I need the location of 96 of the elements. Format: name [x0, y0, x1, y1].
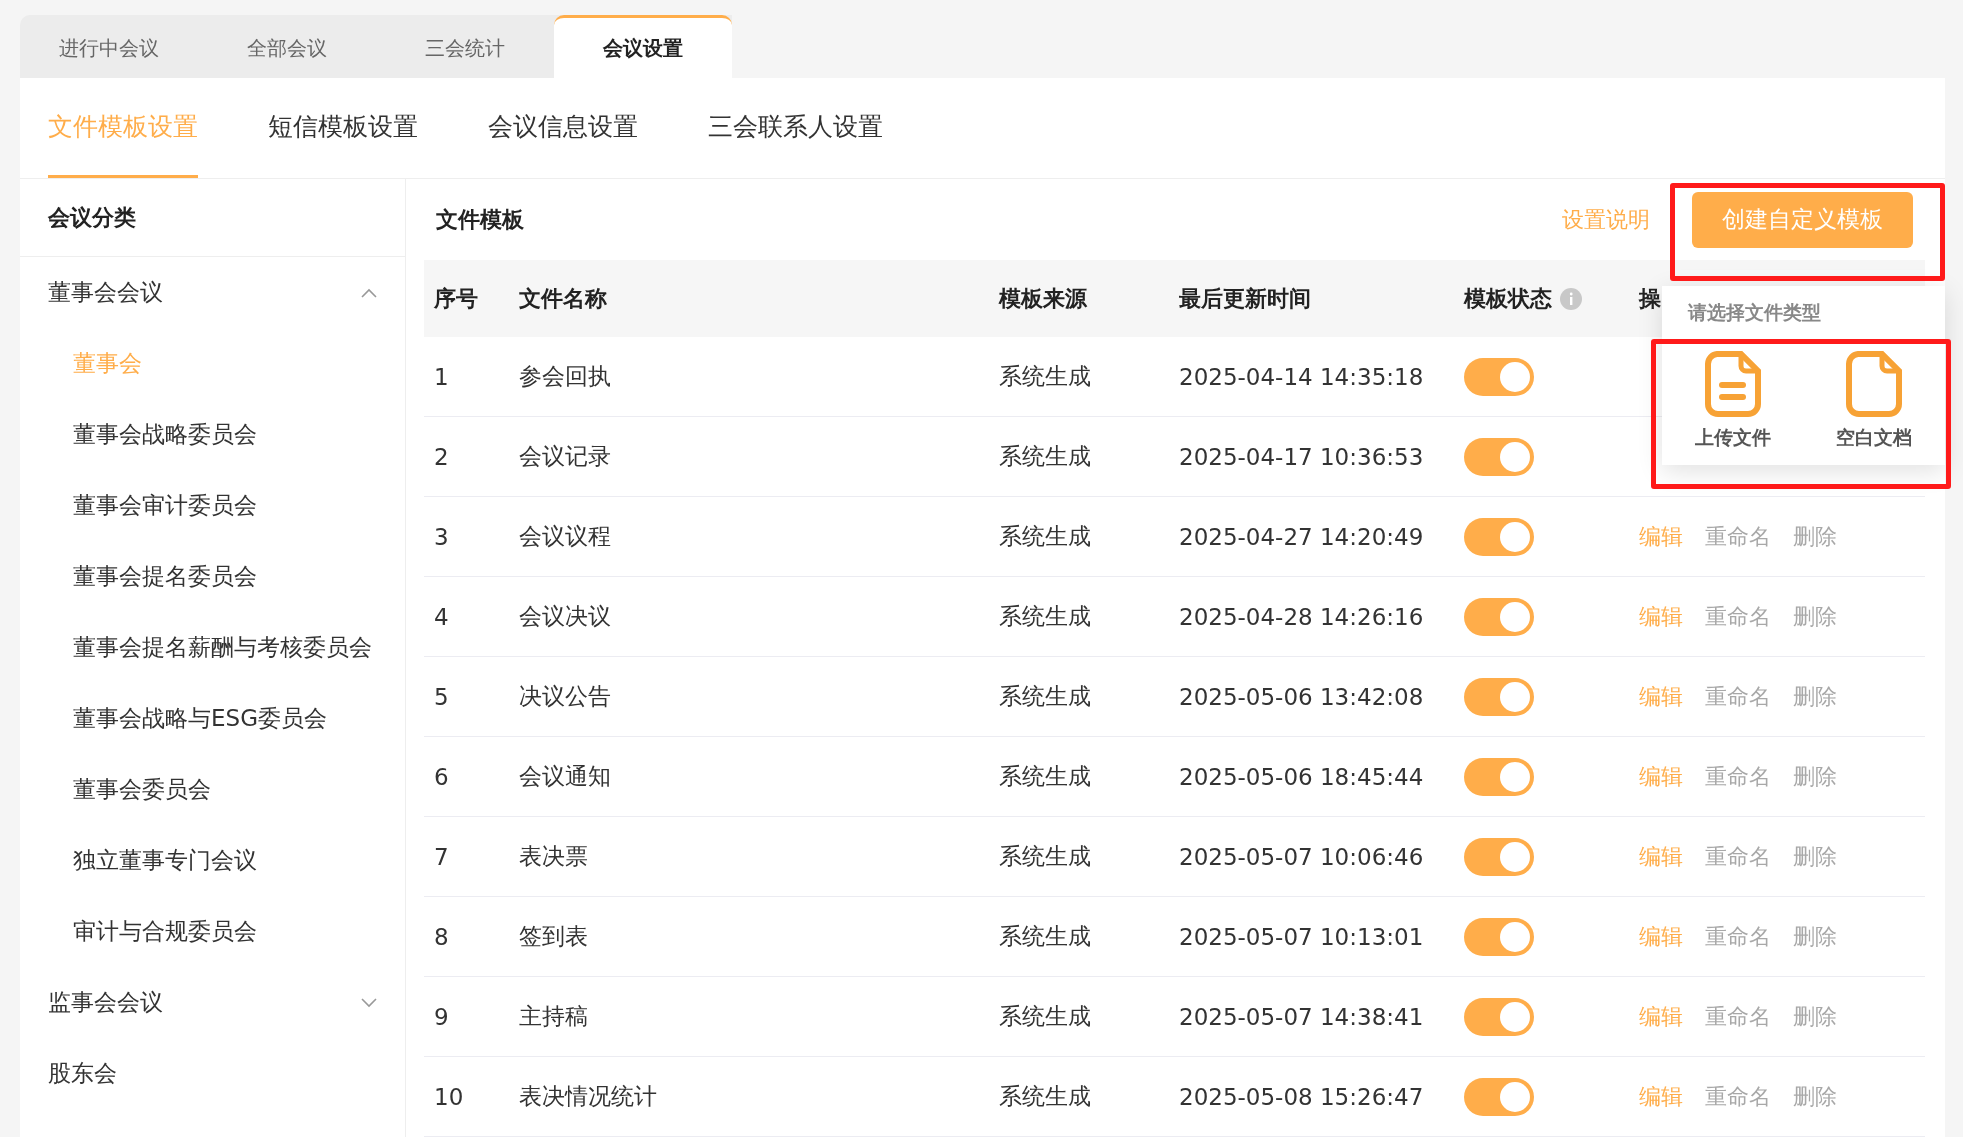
- category-item[interactable]: 董事会: [73, 348, 142, 379]
- table-cell-text: 2025-04-27 14:20:49: [1179, 523, 1425, 550]
- table-cell-text: 系统生成: [999, 602, 1092, 631]
- chevron-up-icon[interactable]: [361, 287, 377, 298]
- table-cell-text: 签到表: [519, 922, 589, 951]
- status-toggle[interactable]: [1464, 437, 1534, 476]
- table-cell-text: 9: [434, 1003, 450, 1030]
- table-cell-text: 会议记录: [519, 442, 612, 471]
- popover-title: 请选择文件类型: [1688, 300, 1821, 325]
- action-link[interactable]: 编辑: [1639, 521, 1683, 552]
- column-header: 操: [1639, 284, 1661, 313]
- table-cell-text: 2025-05-07 14:38:41: [1179, 1003, 1425, 1030]
- category-item[interactable]: 董事会委员会: [73, 774, 211, 805]
- sub-tab[interactable]: 会议信息设置: [488, 78, 638, 178]
- table-cell-text: 表决情况统计: [519, 1082, 658, 1111]
- table-cell-text: 系统生成: [999, 842, 1092, 871]
- table-cell-text: 2025-04-17 10:36:53: [1179, 443, 1425, 470]
- table-cell-text: 3: [434, 523, 450, 550]
- sub-tab[interactable]: 文件模板设置: [48, 78, 198, 178]
- category-item[interactable]: 独立董事专门会议: [73, 845, 257, 876]
- info-icon[interactable]: [1560, 287, 1582, 310]
- column-header: 文件名称: [519, 284, 607, 313]
- action-link[interactable]: 编辑: [1639, 681, 1683, 712]
- table-cell-text: 系统生成: [999, 1082, 1092, 1111]
- status-toggle[interactable]: [1464, 837, 1534, 876]
- top-tab[interactable]: 三会统计: [376, 15, 554, 78]
- category-item[interactable]: 董事会战略委员会: [73, 419, 257, 450]
- action-link[interactable]: 编辑: [1639, 1081, 1683, 1112]
- table-cell-text: 2025-05-06 18:45:44: [1179, 763, 1425, 790]
- category-item[interactable]: 董事会会议: [48, 277, 163, 308]
- table-cell-text: 4: [434, 603, 450, 630]
- status-toggle[interactable]: [1464, 517, 1534, 556]
- category-item[interactable]: 审计与合规委员会: [73, 916, 257, 947]
- category-item[interactable]: 董事会战略与ESG委员会: [73, 703, 327, 734]
- table-cell-text: 2025-05-06 13:42:08: [1179, 683, 1425, 710]
- help-link[interactable]: 设置说明: [1562, 204, 1650, 235]
- file-type-option[interactable]: 空白文档: [1836, 425, 1913, 451]
- table-cell-text: 系统生成: [999, 442, 1092, 471]
- category-item[interactable]: 董事会提名委员会: [73, 561, 257, 592]
- status-toggle[interactable]: [1464, 1077, 1534, 1116]
- table-cell-text: 参会回执: [519, 362, 612, 391]
- table-cell-text: 1: [434, 363, 450, 390]
- table-cell-text: 系统生成: [999, 682, 1092, 711]
- table-cell-text: 2025-04-28 14:26:16: [1179, 603, 1425, 630]
- table-cell-text: 会议议程: [519, 522, 612, 551]
- document-lines-icon: [1704, 351, 1761, 417]
- column-header: 模板状态: [1464, 284, 1552, 313]
- category-item[interactable]: 监事会会议: [48, 987, 163, 1018]
- table-cell-text: 系统生成: [999, 362, 1092, 391]
- section-title: 文件模板: [436, 205, 524, 234]
- status-toggle[interactable]: [1464, 917, 1534, 956]
- table-cell-text: 2: [434, 443, 450, 470]
- table-cell-text: 系统生成: [999, 1002, 1092, 1031]
- column-header: 序号: [434, 284, 478, 313]
- table-cell-text: 2025-05-07 10:13:01: [1179, 923, 1425, 950]
- top-tab[interactable]: 进行中会议: [20, 15, 198, 78]
- action-link[interactable]: 编辑: [1639, 601, 1683, 632]
- action-link[interactable]: 编辑: [1639, 841, 1683, 872]
- table-cell-text: 2025-05-07 10:06:46: [1179, 843, 1425, 870]
- table-cell-text: 2025-05-08 15:26:47: [1179, 1083, 1425, 1110]
- table-cell-text: 7: [434, 843, 450, 870]
- chevron-down-icon[interactable]: [361, 997, 377, 1008]
- file-type-option[interactable]: 上传文件: [1694, 425, 1771, 451]
- status-toggle[interactable]: [1464, 597, 1534, 636]
- category-item[interactable]: 董事会审计委员会: [73, 490, 257, 521]
- table-cell-text: 决议公告: [519, 682, 612, 711]
- table-cell-text: 系统生成: [999, 522, 1092, 551]
- status-toggle[interactable]: [1464, 677, 1534, 716]
- column-header: 最后更新时间: [1179, 284, 1311, 313]
- table-cell-text: 表决票: [519, 842, 589, 871]
- table-cell-text: 10: [434, 1083, 465, 1110]
- top-tab[interactable]: 会议设置: [554, 15, 732, 78]
- table-cell-text: 8: [434, 923, 450, 950]
- column-header: 模板来源: [999, 284, 1087, 313]
- action-link[interactable]: 编辑: [1639, 1001, 1683, 1032]
- document-icon: [1846, 351, 1903, 417]
- table-cell-text: 2025-04-14 14:35:18: [1179, 363, 1425, 390]
- sub-tab[interactable]: 三会联系人设置: [708, 78, 883, 178]
- status-toggle[interactable]: [1464, 357, 1534, 396]
- table-cell-text: 会议决议: [519, 602, 612, 631]
- action-link[interactable]: 编辑: [1639, 921, 1683, 952]
- table-cell-text: 主持稿: [519, 1002, 589, 1031]
- table-cell-text: 系统生成: [999, 762, 1092, 791]
- status-toggle[interactable]: [1464, 757, 1534, 796]
- table-cell-text: 会议通知: [519, 762, 612, 791]
- table-cell-text: 6: [434, 763, 450, 790]
- category-item[interactable]: 董事会提名薪酬与考核委员会: [73, 632, 372, 663]
- table-cell-text: 5: [434, 683, 450, 710]
- table-cell-text: 系统生成: [999, 922, 1092, 951]
- sidebar-title: 会议分类: [20, 179, 405, 257]
- create-template-button[interactable]: 创建自定义模板: [1692, 191, 1913, 248]
- category-item[interactable]: 股东会: [48, 1058, 117, 1089]
- action-link[interactable]: 编辑: [1639, 761, 1683, 792]
- top-tab[interactable]: 全部会议: [198, 15, 376, 78]
- status-toggle[interactable]: [1464, 997, 1534, 1036]
- sub-tab[interactable]: 短信模板设置: [268, 78, 418, 178]
